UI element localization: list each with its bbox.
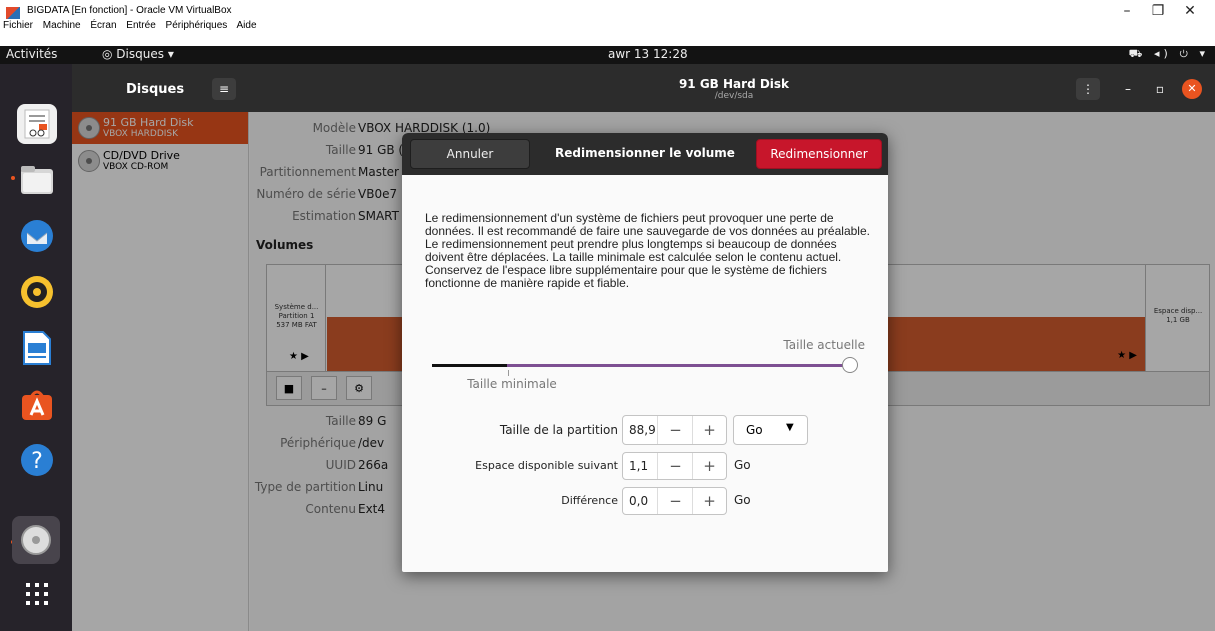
decrease-button[interactable]: − bbox=[657, 416, 693, 444]
restore-button[interactable]: ❐ bbox=[1143, 3, 1173, 19]
window-maximize-button[interactable]: ▫ bbox=[1150, 78, 1170, 100]
activities-button[interactable]: Activités bbox=[6, 47, 57, 61]
increase-button[interactable]: + bbox=[692, 453, 726, 479]
ubuntu-software-icon[interactable] bbox=[17, 384, 57, 424]
free-space-following-label: Espace disponible suivant bbox=[475, 459, 618, 472]
clock[interactable]: awr 13 12:28 bbox=[608, 47, 688, 61]
partition-size-spinner: 88,9 − + bbox=[622, 415, 727, 445]
chevron-down-icon: ▼ bbox=[786, 422, 794, 433]
hamburger-menu-icon[interactable]: ≡ bbox=[212, 78, 236, 100]
dialog-title: Redimensionner le volume bbox=[555, 146, 735, 160]
close-button[interactable]: ✕ bbox=[1175, 3, 1205, 19]
unit-dropdown[interactable]: Go ▼ bbox=[733, 415, 808, 445]
cancel-button[interactable]: Annuler bbox=[410, 139, 530, 169]
resize-volume-dialog: Annuler Redimensionner le volume Redimen… bbox=[402, 133, 888, 572]
app-menu[interactable]: ◎ Disques ▾ bbox=[102, 47, 174, 61]
files-icon[interactable] bbox=[17, 160, 57, 200]
disks-app-icon: ◎ bbox=[102, 47, 117, 61]
partition-size-input[interactable]: 88,9 bbox=[629, 423, 656, 437]
menu-aide[interactable]: Aide bbox=[237, 20, 257, 31]
disks-dock-icon[interactable] bbox=[12, 516, 60, 564]
slider-handle[interactable] bbox=[842, 357, 858, 373]
disks-headerbar: Disques ≡ 91 GB Hard Disk /dev/sda ⋮ – ▫… bbox=[72, 64, 1215, 112]
minimum-size-label: Taille minimale bbox=[467, 377, 557, 391]
difference-label: Différence bbox=[561, 494, 618, 507]
free-space-input[interactable]: 1,1 bbox=[629, 459, 648, 473]
rhythmbox-icon[interactable] bbox=[17, 272, 57, 312]
virtualbox-icon bbox=[6, 7, 20, 19]
system-tray[interactable]: ⛟ ◂) ⏻ ▾ bbox=[1129, 47, 1209, 62]
app-grid-icon[interactable] bbox=[17, 574, 57, 614]
minimize-button[interactable]: – bbox=[1112, 3, 1142, 19]
menu-fichier[interactable]: Fichier bbox=[3, 20, 33, 31]
ubuntu-dock: ? bbox=[0, 64, 72, 631]
menu-peripheriques[interactable]: Périphériques bbox=[166, 20, 228, 31]
increase-button[interactable]: + bbox=[692, 416, 726, 444]
difference-spinner: 0,0 − + bbox=[622, 487, 727, 515]
menu-ecran[interactable]: Écran bbox=[90, 20, 116, 31]
help-icon[interactable]: ? bbox=[17, 440, 57, 480]
window-minimize-button[interactable]: – bbox=[1118, 78, 1138, 100]
drive-device-path: /dev/sda bbox=[714, 91, 754, 101]
thunderbird-icon[interactable] bbox=[17, 216, 57, 256]
menu-entree[interactable]: Entrée bbox=[126, 20, 155, 31]
decrease-button[interactable]: − bbox=[657, 488, 693, 514]
virtualbox-menubar: Fichier Machine Écran Entrée Périphériqu… bbox=[3, 20, 264, 31]
minimum-size-mark bbox=[508, 370, 510, 376]
app-menu-label: Disques bbox=[116, 47, 164, 61]
difference-unit: Go bbox=[734, 493, 751, 507]
increase-button[interactable]: + bbox=[692, 488, 726, 514]
disks-sidebar-title: Disques bbox=[126, 82, 185, 97]
window-close-button[interactable]: ✕ bbox=[1182, 79, 1202, 99]
svg-text:?: ? bbox=[31, 449, 43, 474]
free-space-unit: Go bbox=[734, 458, 751, 472]
libreoffice-writer-icon[interactable] bbox=[17, 328, 57, 368]
current-size-label: Taille actuelle bbox=[783, 338, 865, 352]
resize-button[interactable]: Redimensionner bbox=[756, 139, 882, 169]
unit-dropdown-value: Go bbox=[746, 423, 763, 437]
resize-warning-text: Le redimensionnement d'un système de fic… bbox=[425, 211, 870, 290]
virtualbox-titlebar: BIGDATA [En fonction] - Oracle VM Virtua… bbox=[0, 0, 1215, 32]
window-title: BIGDATA [En fonction] - Oracle VM Virtua… bbox=[27, 5, 232, 16]
menu-machine[interactable]: Machine bbox=[43, 20, 81, 31]
dialog-headerbar: Annuler Redimensionner le volume Redimen… bbox=[402, 133, 888, 175]
drive-options-icon[interactable]: ⋮ bbox=[1076, 78, 1100, 100]
text-editor-icon[interactable] bbox=[17, 104, 57, 144]
gnome-top-bar: Activités ◎ Disques ▾ awr 13 12:28 ⛟ ◂) … bbox=[0, 46, 1215, 64]
running-indicator bbox=[11, 176, 15, 180]
decrease-button[interactable]: − bbox=[657, 453, 693, 479]
partition-size-label: Taille de la partition bbox=[499, 423, 618, 437]
free-space-spinner: 1,1 − + bbox=[622, 452, 727, 480]
slider-minimum-segment bbox=[432, 364, 508, 367]
chevron-down-icon: ▾ bbox=[167, 47, 174, 61]
difference-input[interactable]: 0,0 bbox=[629, 494, 648, 508]
drive-title: 91 GB Hard Disk bbox=[678, 77, 790, 91]
